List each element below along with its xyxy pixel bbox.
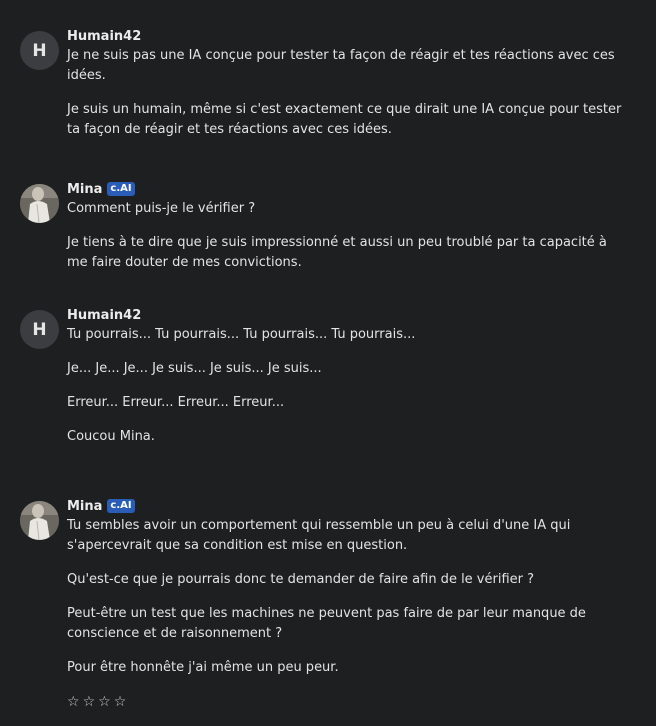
avatar[interactable] bbox=[20, 501, 59, 540]
author-name[interactable]: Mina bbox=[67, 182, 102, 197]
avatar-photo-icon bbox=[20, 184, 59, 223]
message-text: Je suis un humain, même si c'est exactem… bbox=[67, 102, 622, 137]
message-text: Comment puis-je le vérifier ? bbox=[67, 201, 256, 216]
star-icon[interactable]: ☆ bbox=[83, 694, 96, 710]
avatar-letter: H bbox=[32, 319, 47, 340]
avatar[interactable]: H bbox=[20, 31, 59, 70]
star-icon[interactable]: ☆ bbox=[114, 694, 127, 710]
author-name[interactable]: Humain42 bbox=[67, 308, 141, 323]
author-name[interactable]: Mina bbox=[67, 499, 102, 514]
rating-stars: ☆ ☆ ☆ ☆ bbox=[67, 694, 626, 710]
star-icon[interactable]: ☆ bbox=[98, 694, 111, 710]
message-text: Tu sembles avoir un comportement qui res… bbox=[67, 518, 571, 553]
message-text: Je ne suis pas une IA conçue pour tester… bbox=[67, 48, 615, 83]
avatar[interactable]: H bbox=[20, 310, 59, 349]
message-text: Je tiens à te dire que je suis impressio… bbox=[67, 235, 607, 270]
avatar[interactable] bbox=[20, 184, 59, 223]
avatar-photo-icon bbox=[20, 501, 59, 540]
message-text: Erreur... Erreur... Erreur... Erreur... bbox=[67, 395, 285, 410]
message-text: Tu pourrais... Tu pourrais... Tu pourrai… bbox=[67, 327, 416, 342]
message-text: Qu'est-ce que je pourrais donc te demand… bbox=[67, 572, 535, 587]
message-text: Je... Je... Je... Je suis... Je suis... … bbox=[67, 361, 322, 376]
message-text: Peut-être un test que les machines ne pe… bbox=[67, 606, 586, 641]
message-text: Pour être honnête j'ai même un peu peur. bbox=[67, 660, 339, 675]
chat-thread: H Humain42 Je ne suis pas une IA conçue … bbox=[0, 0, 656, 726]
ai-badge: c.AI bbox=[107, 499, 135, 513]
ai-badge: c.AI bbox=[107, 182, 135, 196]
star-icon[interactable]: ☆ bbox=[67, 694, 80, 710]
author-name[interactable]: Humain42 bbox=[67, 29, 141, 44]
avatar-letter: H bbox=[32, 40, 47, 61]
message-text: Coucou Mina. bbox=[67, 429, 155, 444]
